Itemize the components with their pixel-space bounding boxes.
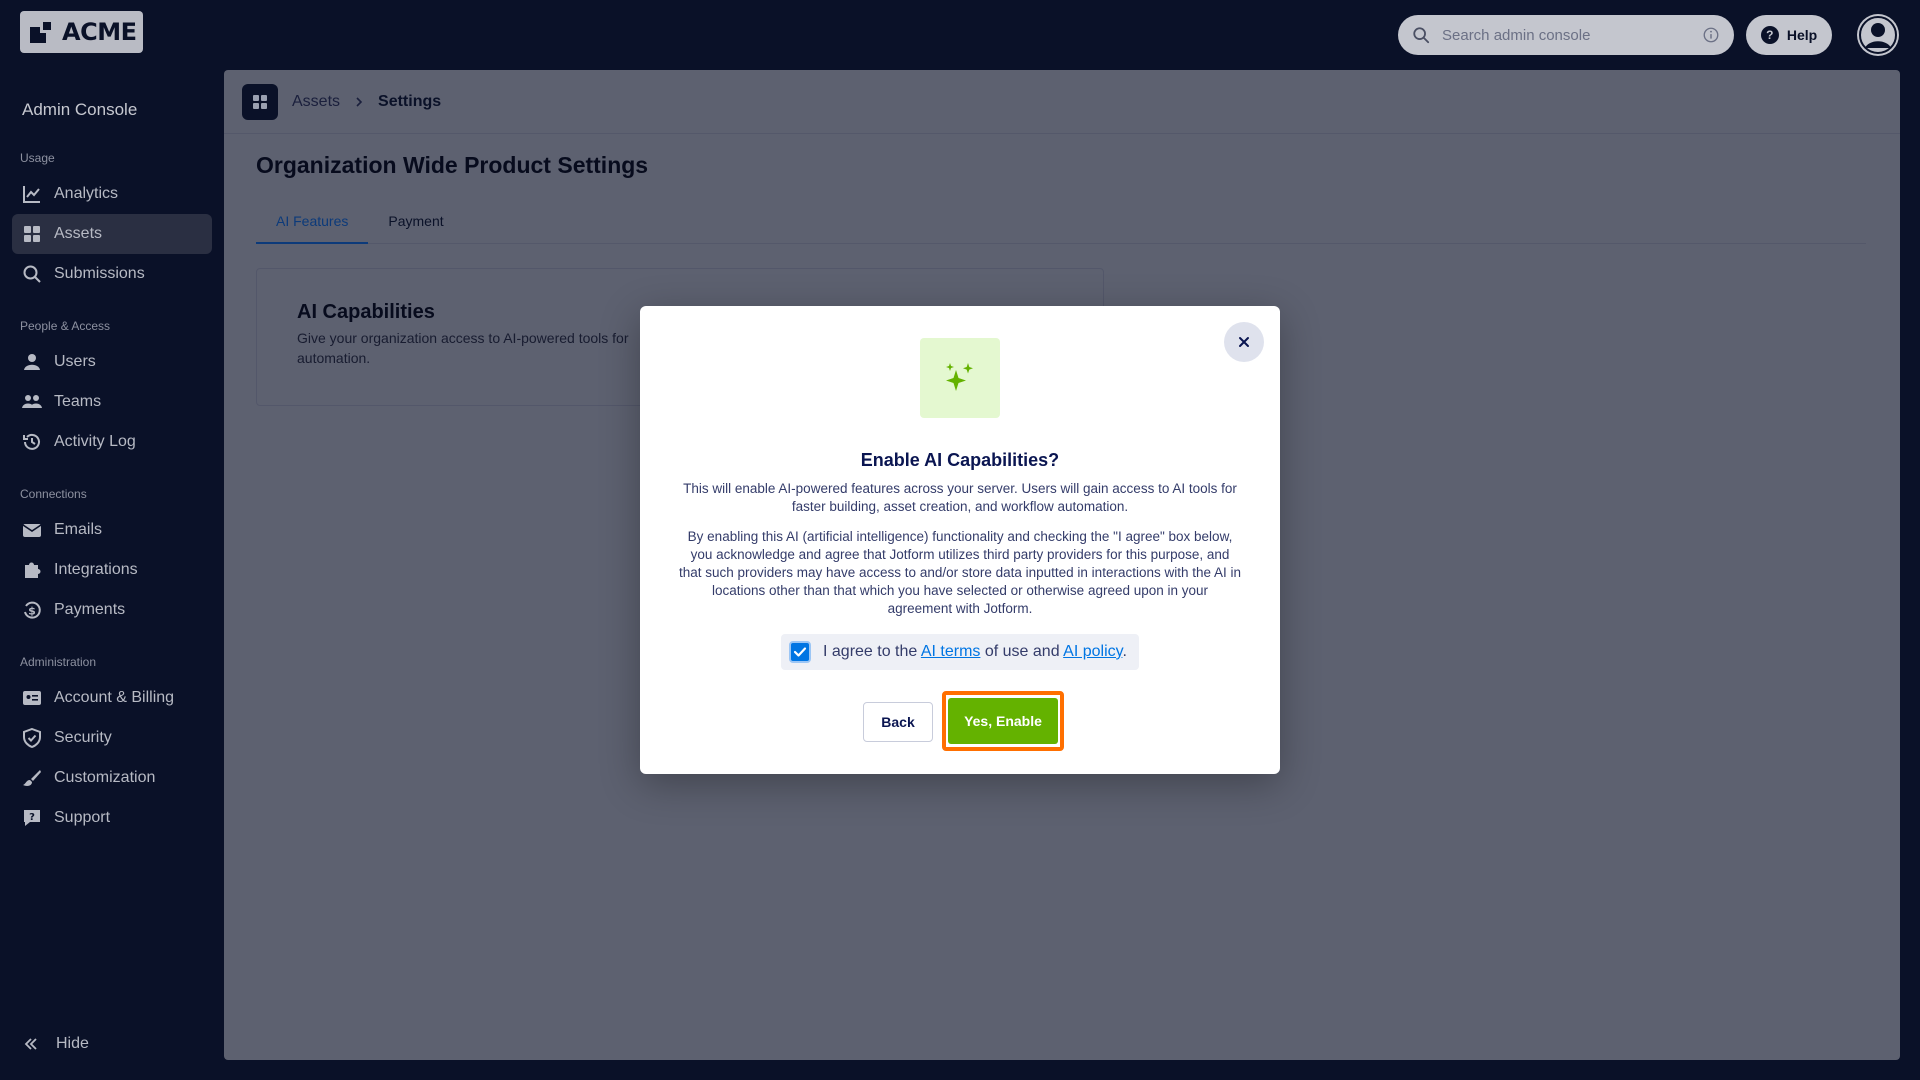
checkmark-icon [793, 647, 807, 657]
modal-legal-text: By enabling this AI (artificial intellig… [678, 529, 1242, 616]
question-icon: ? [1760, 26, 1779, 44]
breadcrumb-assets-link[interactable]: Assets [292, 93, 340, 111]
enable-ai-modal: Enable AI Capabilities? This will enable… [640, 306, 1280, 774]
search-icon [1413, 27, 1430, 44]
chat-icon: ? [24, 810, 40, 826]
back-button[interactable]: Back [863, 702, 933, 742]
sidebar-item-integrations[interactable]: Integrations [12, 550, 212, 590]
sidebar-item-emails[interactable]: Emails [12, 510, 212, 550]
search-icon [23, 265, 41, 283]
sidebar-item-submissions[interactable]: Submissions [12, 254, 212, 294]
sidebar-item-label: Support [54, 809, 111, 826]
sidebar-item-label: Emails [54, 521, 103, 538]
tab-payment[interactable]: Payment [368, 210, 463, 244]
chart-line-icon [23, 186, 40, 203]
breadcrumb: Assets Settings [224, 70, 1900, 134]
user-icon [24, 354, 40, 370]
sidebar-item-assets[interactable]: Assets [12, 214, 212, 254]
agree-checkbox-row[interactable]: I agree to the AI terms of use and AI po… [781, 634, 1139, 670]
info-icon[interactable] [1702, 26, 1720, 44]
sidebar-item-label: Analytics [54, 185, 119, 202]
hide-sidebar-button[interactable]: Hide [12, 1024, 212, 1064]
sidebar-item-label: Users [54, 353, 96, 370]
sidebar-item-label: Payments [54, 601, 126, 618]
shield-icon [23, 728, 41, 748]
sidebar-item-users[interactable]: Users [12, 342, 212, 382]
agree-text: I agree to the AI terms of use and AI po… [823, 643, 1127, 661]
sparkles-icon [920, 338, 1000, 418]
modal-title: Enable AI Capabilities? [860, 450, 1060, 470]
sidebar-item-activity-log[interactable]: Activity Log [12, 422, 212, 462]
puzzle-icon [25, 562, 41, 578]
sidebar-item-label: Assets [54, 225, 103, 242]
tab-ai-features[interactable]: AI Features [256, 210, 369, 244]
top-bar: ACME ? Help [0, 0, 1920, 70]
sidebar-title: Admin Console [22, 100, 138, 119]
section-label-administration: Administration [20, 655, 97, 669]
ai-policy-link[interactable]: AI policy [1063, 643, 1122, 660]
sidebar-item-analytics[interactable]: Analytics [12, 174, 212, 214]
search-input[interactable] [1442, 26, 1702, 44]
logo-mark-icon [30, 19, 56, 45]
svg-text:$: $ [28, 605, 36, 618]
sidebar-item-support[interactable]: ? Support [12, 798, 212, 838]
page-title: Organization Wide Product Settings [256, 152, 649, 178]
user-avatar-icon [1859, 16, 1897, 54]
agree-prefix: I agree to the [823, 643, 921, 660]
id-card-icon [23, 691, 41, 705]
agree-middle: of use and [980, 643, 1064, 660]
chevrons-left-icon [24, 1038, 37, 1050]
acme-logo[interactable]: ACME [20, 11, 143, 53]
logo-text: ACME [62, 18, 137, 46]
brush-icon [23, 770, 41, 786]
chevron-right-icon [356, 96, 363, 107]
sidebar-item-label: Security [54, 729, 112, 746]
sidebar-item-label: Account & Billing [54, 689, 175, 706]
envelope-icon [22, 524, 42, 537]
sidebar-item-label: Customization [54, 769, 156, 786]
history-icon [23, 433, 40, 450]
avatar[interactable] [1857, 14, 1899, 56]
sidebar-item-payments[interactable]: $ Payments [12, 590, 212, 630]
card-title: AI Capabilities [297, 301, 435, 323]
sidebar-item-label: Integrations [54, 561, 138, 578]
breadcrumb-current: Settings [378, 92, 442, 110]
svg-text:?: ? [29, 812, 35, 823]
section-label-people: People & Access [20, 319, 111, 333]
sidebar-item-label: Activity Log [54, 433, 136, 450]
hide-label: Hide [56, 1035, 89, 1052]
sidebar-item-customization[interactable]: Customization [12, 758, 212, 798]
assets-grid-icon[interactable] [242, 83, 278, 120]
dollar-icon: $ [24, 601, 41, 619]
close-icon [1239, 337, 1249, 347]
section-label-usage: Usage [20, 151, 55, 165]
card-description: Give your organization access to AI-powe… [297, 330, 629, 366]
yes-enable-button[interactable]: Yes, Enable [948, 698, 1058, 744]
sidebar-item-account-billing[interactable]: Account & Billing [12, 678, 212, 718]
help-button[interactable]: ? Help [1746, 15, 1832, 55]
section-label-connections: Connections [20, 487, 87, 501]
sidebar-item-label: Teams [54, 393, 102, 410]
search-bar[interactable] [1398, 15, 1734, 55]
users-icon [22, 395, 42, 408]
sidebar-item-security[interactable]: Security [12, 718, 212, 758]
grid-icon [24, 226, 40, 242]
settings-tabs: AI Features Payment [256, 210, 1866, 244]
help-label: Help [1786, 27, 1818, 43]
close-button[interactable] [1224, 322, 1264, 362]
sidebar: Admin Console Usage Analytics Assets Sub… [0, 70, 224, 1080]
agree-checkbox[interactable] [789, 641, 811, 663]
ai-terms-link[interactable]: AI terms [921, 643, 981, 660]
sidebar-item-teams[interactable]: Teams [12, 382, 212, 422]
modal-intro-text: This will enable AI-powered features acr… [683, 481, 1237, 514]
sidebar-item-label: Submissions [54, 265, 145, 282]
agree-suffix: . [1122, 643, 1127, 660]
